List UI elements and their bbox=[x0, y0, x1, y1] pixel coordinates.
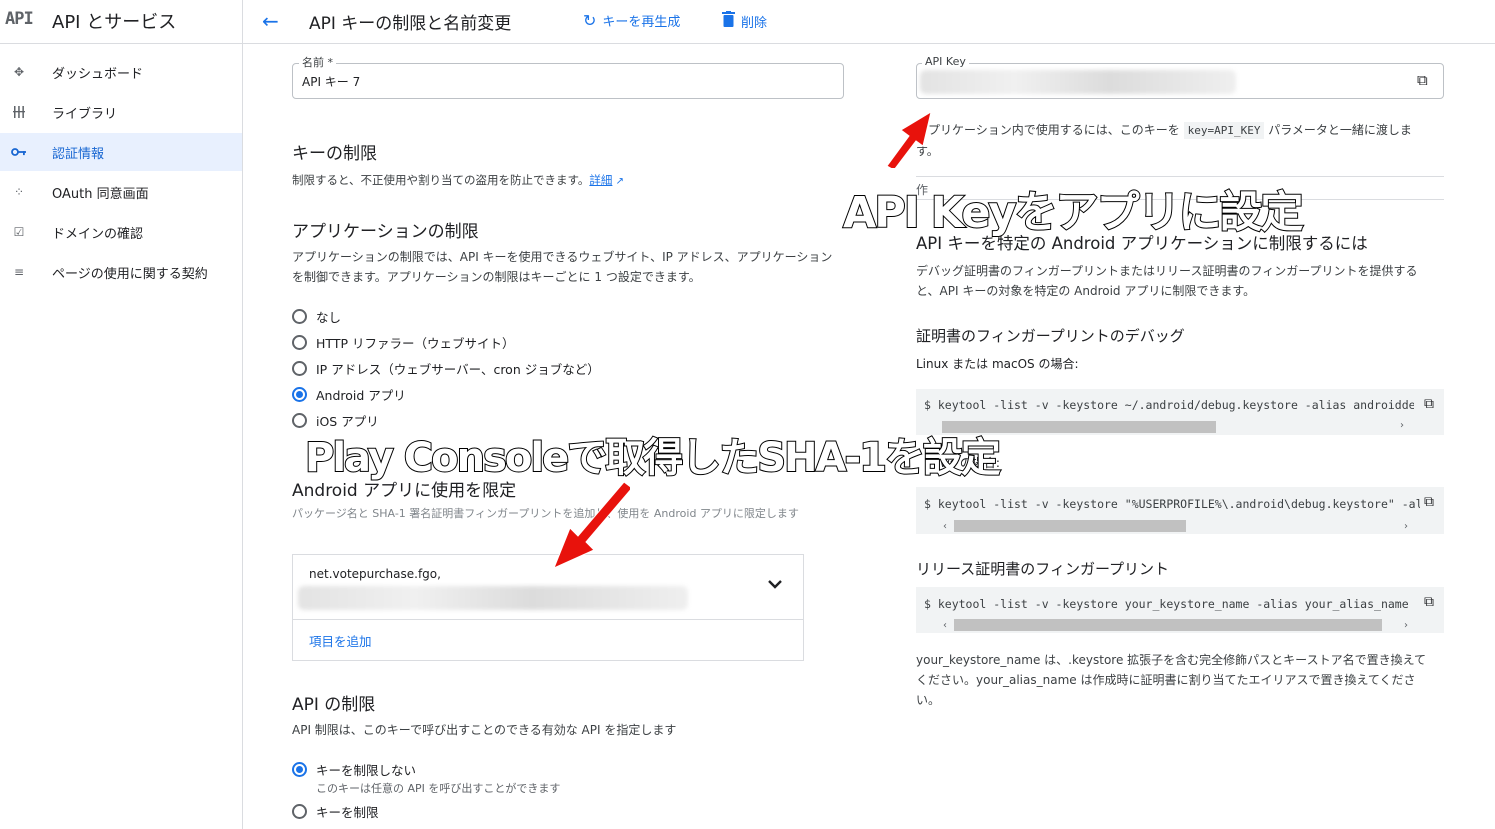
oauth-icon: ⁘ bbox=[13, 185, 25, 199]
copy-icon[interactable]: ⧉ bbox=[1424, 594, 1434, 610]
radio-http-referrer[interactable]: HTTP リファラー（ウェブサイト） bbox=[292, 333, 514, 352]
radio-none[interactable]: なし bbox=[292, 307, 341, 326]
scrollbar-thumb[interactable] bbox=[954, 619, 1382, 631]
sidebar-item-label: ダッシュボード bbox=[52, 66, 144, 82]
sidebar-item-label: ライブラリ bbox=[52, 106, 118, 122]
sidebar-item-label: ドメインの確認 bbox=[52, 226, 144, 242]
api-restrictions-desc: API 制限は、このキーで呼び出すことのできる有効な API を指定します bbox=[292, 723, 677, 737]
dont-restrict-sub: このキーは任意の API を呼び出すことができます bbox=[316, 782, 561, 795]
sidebar-item-page-usage[interactable]: ≡ ページの使用に関する契約 bbox=[0, 253, 242, 291]
sidebar-item-library[interactable]: ライブラリ bbox=[0, 93, 242, 131]
header-divider bbox=[0, 43, 1495, 44]
radio-selected-icon bbox=[292, 762, 307, 777]
sidebar: API API とサービス ✥ ダッシュボード ライブラリ 認証情報 ⁘ OAu… bbox=[0, 0, 243, 829]
scroll-right-icon[interactable]: › bbox=[1404, 521, 1408, 532]
sidebar-item-domain[interactable]: ☑ ドメインの確認 bbox=[0, 213, 242, 251]
debug-fingerprint-title: 証明書のフィンガープリントのデバッグ bbox=[916, 327, 1185, 345]
regenerate-label: キーを再生成 bbox=[602, 15, 681, 30]
redacted-sha1 bbox=[298, 586, 688, 610]
annotation-api-key: API Keyをアプリに設定 bbox=[842, 187, 1305, 239]
cmd-linux: $ keytool -list -v -keystore ~/.android/… bbox=[924, 398, 1414, 412]
name-field[interactable] bbox=[292, 63, 844, 99]
app-title: API とサービス bbox=[52, 12, 177, 33]
code-block-release: $ keytool -list -v -keystore your_keysto… bbox=[916, 587, 1444, 633]
scroll-left-icon[interactable]: ‹ bbox=[943, 620, 947, 631]
radio-ip-address[interactable]: IP アドレス（ウェブサーバー、cron ジョブなど） bbox=[292, 359, 600, 378]
refresh-icon: ↻ bbox=[583, 11, 597, 30]
chevron-down-icon[interactable] bbox=[765, 574, 785, 594]
copy-icon[interactable]: ⧉ bbox=[1417, 71, 1428, 89]
sidebar-item-credentials[interactable]: 認証情報 bbox=[0, 133, 242, 171]
radio-android[interactable]: Android アプリ bbox=[292, 385, 406, 404]
name-field-value[interactable]: API キー 7 bbox=[302, 73, 360, 90]
checkbox-icon: ☑ bbox=[13, 225, 25, 239]
copy-icon[interactable]: ⧉ bbox=[1424, 494, 1434, 510]
api-restrictions-title: API の制限 bbox=[292, 695, 376, 715]
annotation-sha1: Play Consoleで取得したSHA-1を設定 bbox=[304, 434, 1002, 482]
radio-selected-icon bbox=[292, 387, 307, 402]
radio-dont-restrict[interactable]: キーを制限しない bbox=[292, 760, 416, 779]
sidebar-item-label: 認証情報 bbox=[52, 146, 105, 162]
package-name: net.votepurchase.fgo, bbox=[309, 567, 441, 581]
release-fingerprint-title: リリース証明書のフィンガープリント bbox=[916, 560, 1170, 578]
copy-icon[interactable]: ⧉ bbox=[1424, 396, 1434, 412]
radio-icon bbox=[292, 309, 307, 324]
annotation-arrow-api-key bbox=[886, 110, 932, 168]
settings-list-icon: ≡ bbox=[13, 265, 25, 279]
release-note: your_keystore_name は、.keystore 拡張子を含む完全修… bbox=[916, 653, 1426, 707]
api-key-param: key=API_KEY bbox=[1183, 122, 1265, 139]
radio-icon bbox=[292, 361, 307, 376]
cmd-windows: $ keytool -list -v -keystore "%USERPROFI… bbox=[924, 497, 1420, 511]
radio-icon bbox=[292, 335, 307, 350]
radio-icon bbox=[292, 804, 307, 819]
card-divider bbox=[292, 619, 804, 620]
name-field-label: 名前 * bbox=[299, 54, 336, 70]
radio-restrict-key[interactable]: キーを制限 bbox=[292, 802, 379, 821]
api-key-usage: アプリケーション内で使用するには、このキーを key=API_KEY パラメータ… bbox=[916, 122, 1412, 158]
redacted-api-key bbox=[920, 70, 1236, 94]
back-arrow-icon[interactable]: ← bbox=[262, 9, 279, 33]
api-key-label: API Key bbox=[922, 55, 969, 68]
api-logo: API bbox=[5, 9, 34, 29]
library-icon bbox=[11, 104, 27, 120]
learn-more-link[interactable]: 詳細 bbox=[589, 173, 612, 187]
page-title: API キーの制限と名前変更 bbox=[309, 14, 512, 34]
key-icon bbox=[11, 144, 27, 160]
sidebar-item-dashboard[interactable]: ✥ ダッシュボード bbox=[0, 53, 242, 91]
divider bbox=[916, 176, 1444, 177]
code-block-windows: $ keytool -list -v -keystore "%USERPROFI… bbox=[916, 487, 1444, 534]
trash-icon bbox=[722, 11, 735, 31]
sidebar-item-oauth[interactable]: ⁘ OAuth 同意画面 bbox=[0, 173, 242, 211]
app-restrictions-desc: アプリケーションの制限では、API キーを使用できるウェブサイト、IP アドレス… bbox=[292, 250, 833, 284]
delete-button[interactable]: 削除 bbox=[722, 11, 767, 31]
android-help-desc: デバッグ証明書のフィンガープリントまたはリリース証明書のフィンガープリントを提供… bbox=[916, 264, 1418, 298]
app-restrictions-title: アプリケーションの制限 bbox=[292, 222, 479, 242]
delete-label: 削除 bbox=[741, 15, 768, 31]
add-item-link[interactable]: 項目を追加 bbox=[309, 631, 372, 650]
cmd-release: $ keytool -list -v -keystore your_keysto… bbox=[924, 597, 1409, 611]
annotation-arrow-sha1 bbox=[553, 481, 630, 569]
key-restrictions-title: キーの制限 bbox=[292, 144, 377, 164]
key-restrictions-desc: 制限すると、不正使用や割り当ての盗用を防止できます。詳細 ↗ bbox=[292, 173, 624, 187]
scrollbar-thumb[interactable] bbox=[954, 520, 1186, 532]
sidebar-item-label: OAuth 同意画面 bbox=[52, 186, 149, 202]
regenerate-key-button[interactable]: ↻ キーを再生成 bbox=[583, 11, 680, 30]
sidebar-item-label: ページの使用に関する契約 bbox=[52, 266, 208, 282]
scroll-right-icon[interactable]: › bbox=[1404, 620, 1408, 631]
dashboard-icon: ✥ bbox=[13, 65, 25, 79]
external-link-icon: ↗ bbox=[612, 176, 624, 187]
linux-label: Linux または macOS の場合: bbox=[916, 357, 1079, 371]
scroll-right-icon[interactable]: › bbox=[1400, 420, 1404, 431]
scroll-left-icon[interactable]: ‹ bbox=[943, 521, 947, 532]
